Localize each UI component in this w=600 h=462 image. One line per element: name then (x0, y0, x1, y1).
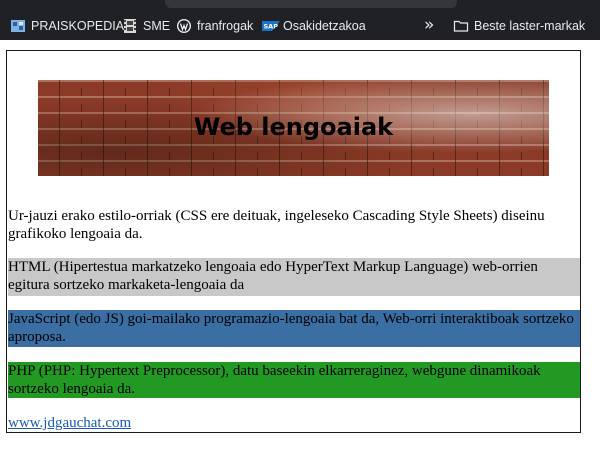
sap-icon: SAP (262, 18, 280, 34)
page-title: Web lengoaiak (193, 113, 394, 141)
bookmark-label: PRAISKOPEDIA (31, 19, 125, 33)
php-paragraph: PHP (PHP: Hypertext Preprocessor), datu … (8, 362, 580, 398)
page-content: Web lengoaiak Ur-jauzi erako estilo-orri… (6, 50, 581, 433)
bookmark-osakidetzakoa[interactable]: SAP Osakidetzakoa (262, 17, 366, 35)
bookmark-sme[interactable]: SME (122, 17, 170, 35)
film-icon (122, 18, 138, 34)
bookmark-label: SME (143, 19, 171, 33)
bookmarks-overflow-chevron-icon[interactable]: » (424, 15, 434, 35)
banner-brick-image: Web lengoaiak (38, 80, 549, 176)
bookmarks-bar: PRAISKOPEDIA SME franfrogak SAP Osakidet… (0, 0, 600, 40)
bookmark-praiskopedia[interactable]: PRAISKOPEDIA (10, 17, 124, 35)
javascript-paragraph: JavaScript (edo JS) goi-mailako programa… (8, 310, 580, 347)
css-paragraph: Ur-jauzi erako estilo-orriak (CSS ere de… (8, 208, 545, 242)
folder-icon (453, 18, 469, 34)
wordpress-icon (176, 18, 192, 34)
bookmark-label: franfrogak (197, 19, 254, 33)
wiki-puzzle-icon (10, 18, 26, 34)
svg-text:SAP: SAP (264, 23, 279, 31)
html-paragraph: HTML (Hipertestua markatzeko lengoaia ed… (8, 258, 580, 296)
external-link[interactable]: www.jdgauchat.com (8, 415, 131, 432)
bookmark-label: Osakidetzakoa (283, 19, 366, 33)
bookmark-label: Beste laster-markak (474, 19, 586, 33)
bookmark-franfrogak[interactable]: franfrogak (176, 17, 253, 35)
bookmark-folder-other[interactable]: Beste laster-markak (453, 17, 585, 35)
tab-strip-edge (165, 0, 457, 8)
